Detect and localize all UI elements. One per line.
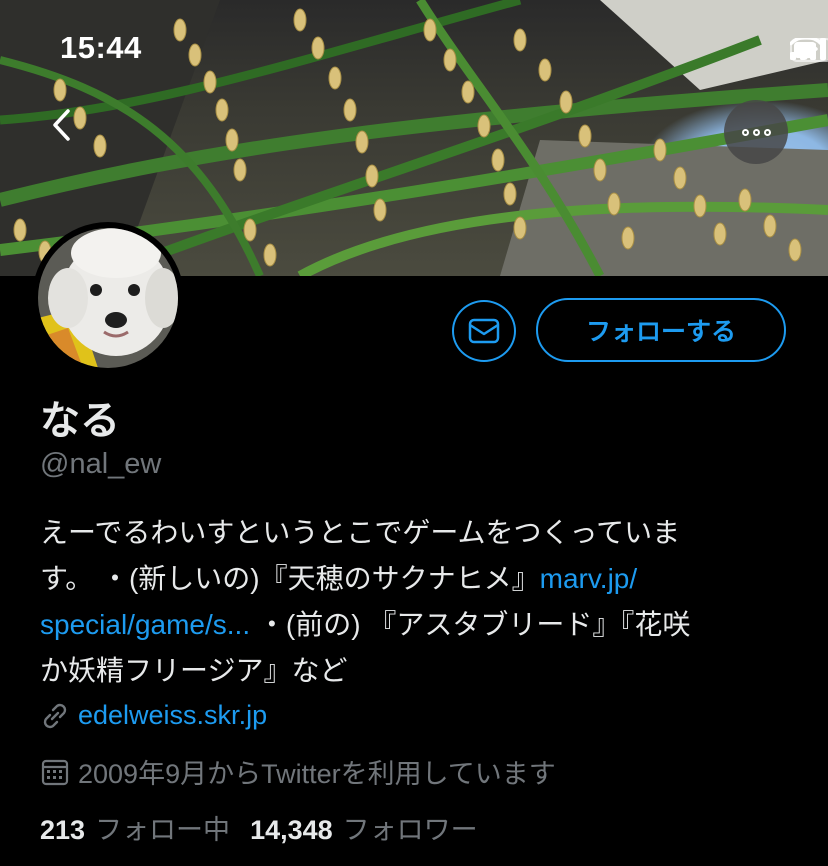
following-count: 213 xyxy=(40,815,86,845)
link-icon xyxy=(43,703,67,728)
back-button[interactable] xyxy=(50,108,94,152)
profile-screen: 15:44 フォローする なる @nal_ew えーでるわいすというとこでゲーム… xyxy=(0,0,828,866)
joined-date: 2009年9月からTwitterを利用しています xyxy=(78,759,556,789)
bio-link-1[interactable]: marv.jp/ xyxy=(540,563,638,594)
display-name: なる xyxy=(40,398,120,444)
bio-line-1: えーでるわいすというとこでゲームをつくっていま xyxy=(40,517,681,548)
bio-line-4: か妖精フリージア』など xyxy=(40,655,348,686)
website-row: edelweiss.skr.jp xyxy=(40,700,267,731)
followers-stat[interactable]: 14,348 フォロワー xyxy=(250,808,478,847)
bio: えーでるわいすというとこでゲームをつくっていま す。 ・(新しいの)『天穂のサク… xyxy=(40,510,800,694)
follow-button[interactable]: フォローする xyxy=(536,298,786,362)
battery-icon xyxy=(790,38,828,62)
handle: @nal_ew xyxy=(40,448,162,480)
bio-link-2[interactable]: special/game/s... xyxy=(40,609,250,640)
followers-label: フォロワー xyxy=(342,815,478,845)
follow-stats: 213 フォロー中 14,348 フォロワー xyxy=(40,808,478,847)
avatar-image xyxy=(38,228,178,368)
mail-icon xyxy=(468,318,500,344)
calendar-icon xyxy=(41,759,69,785)
message-button[interactable] xyxy=(452,300,516,362)
avatar[interactable] xyxy=(32,222,184,374)
joined-row: 2009年9月からTwitterを利用しています xyxy=(40,752,556,791)
website-link[interactable]: edelweiss.skr.jp xyxy=(78,700,267,731)
chevron-left-icon xyxy=(53,109,70,141)
more-button[interactable] xyxy=(724,100,788,164)
bio-text-2: す。 ・(新しいの)『天穂のサクナヒメ』 xyxy=(40,563,540,594)
following-stat[interactable]: 213 フォロー中 xyxy=(40,808,230,847)
bio-text-3: ・(前の) 『アスタブリード』『花咲 xyxy=(250,609,691,640)
status-time: 15:44 xyxy=(60,30,142,65)
followers-count: 14,348 xyxy=(250,815,333,845)
bio-line-2: す。 ・(新しいの)『天穂のサクナヒメ』marv.jp/ xyxy=(40,556,800,602)
more-icon xyxy=(741,128,749,136)
bio-line-3: special/game/s... ・(前の) 『アスタブリード』『花咲 xyxy=(40,602,800,648)
following-label: フォロー中 xyxy=(95,815,231,845)
